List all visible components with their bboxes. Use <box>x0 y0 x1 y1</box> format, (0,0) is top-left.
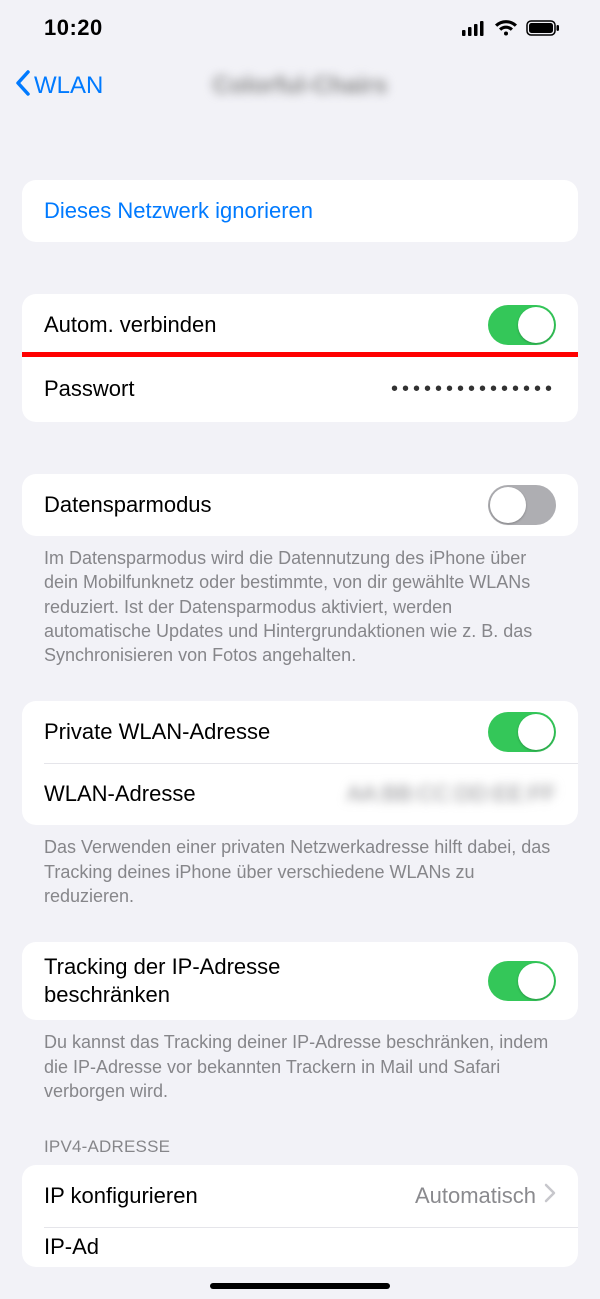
chevron-right-icon <box>544 1183 556 1209</box>
group-private-address: Private WLAN-Adresse WLAN-Adresse AA:BB:… <box>22 701 578 825</box>
cellular-icon <box>462 20 486 36</box>
back-button[interactable]: WLAN <box>14 69 103 104</box>
private-address-row[interactable]: Private WLAN-Adresse <box>22 701 578 763</box>
ip-address-label: IP-Ad <box>44 1234 99 1260</box>
configure-ip-label: IP konfigurieren <box>44 1183 198 1209</box>
low-data-label: Datensparmodus <box>44 492 212 518</box>
low-data-row[interactable]: Datensparmodus <box>22 474 578 536</box>
home-indicator[interactable] <box>210 1283 390 1289</box>
private-address-footer: Das Verwenden einer privaten Netzwerkadr… <box>22 825 578 908</box>
limit-ip-row[interactable]: Tracking der IP-Adresse beschränken <box>22 942 578 1020</box>
limit-ip-footer: Du kannst das Tracking deiner IP-Adresse… <box>22 1020 578 1103</box>
wifi-icon <box>494 19 518 37</box>
battery-icon <box>526 20 560 36</box>
back-label: WLAN <box>34 72 103 100</box>
page-title: Colorful-Chairs <box>213 72 388 100</box>
auto-join-toggle[interactable] <box>488 305 556 345</box>
status-time: 10:20 <box>44 15 103 41</box>
password-row[interactable]: Passwort ••••••••••••••• <box>22 356 578 422</box>
private-address-label: Private WLAN-Adresse <box>44 719 270 745</box>
configure-ip-row[interactable]: IP konfigurieren Automatisch <box>22 1165 578 1227</box>
configure-ip-value: Automatisch <box>415 1183 536 1209</box>
password-value: ••••••••••••••• <box>391 378 556 401</box>
low-data-toggle[interactable] <box>488 485 556 525</box>
group-limit-ip: Tracking der IP-Adresse beschränken <box>22 942 578 1020</box>
password-label: Passwort <box>44 376 134 402</box>
group-ipv4: IP konfigurieren Automatisch IP-Ad <box>22 1165 578 1267</box>
group-connection: Autom. verbinden Passwort ••••••••••••••… <box>22 294 578 422</box>
status-icons <box>462 19 560 37</box>
nav-header: WLAN Colorful-Chairs <box>0 56 600 116</box>
chevron-left-icon <box>14 69 32 104</box>
group-forget: Dieses Netzwerk ignorieren <box>22 180 578 242</box>
forget-network-label: Dieses Netzwerk ignorieren <box>44 198 313 224</box>
auto-join-row[interactable]: Autom. verbinden <box>22 294 578 356</box>
wlan-address-label: WLAN-Adresse <box>44 781 196 807</box>
limit-ip-label: Tracking der IP-Adresse beschränken <box>44 953 404 1010</box>
ipv4-section-header: IPV4-ADRESSE <box>22 1137 578 1165</box>
configure-ip-value-wrap: Automatisch <box>415 1183 556 1209</box>
limit-ip-toggle[interactable] <box>488 961 556 1001</box>
auto-join-label: Autom. verbinden <box>44 312 216 338</box>
wlan-address-value: AA:BB:CC:DD:EE:FF <box>347 781 556 807</box>
wlan-address-row: WLAN-Adresse AA:BB:CC:DD:EE:FF <box>22 763 578 825</box>
low-data-footer: Im Datensparmodus wird die Datennutzung … <box>22 536 578 667</box>
private-address-toggle[interactable] <box>488 712 556 752</box>
forget-network-button[interactable]: Dieses Netzwerk ignorieren <box>22 180 578 242</box>
group-lowdata: Datensparmodus <box>22 474 578 536</box>
ip-address-row: IP-Ad <box>22 1227 578 1267</box>
status-bar: 10:20 <box>0 0 600 56</box>
